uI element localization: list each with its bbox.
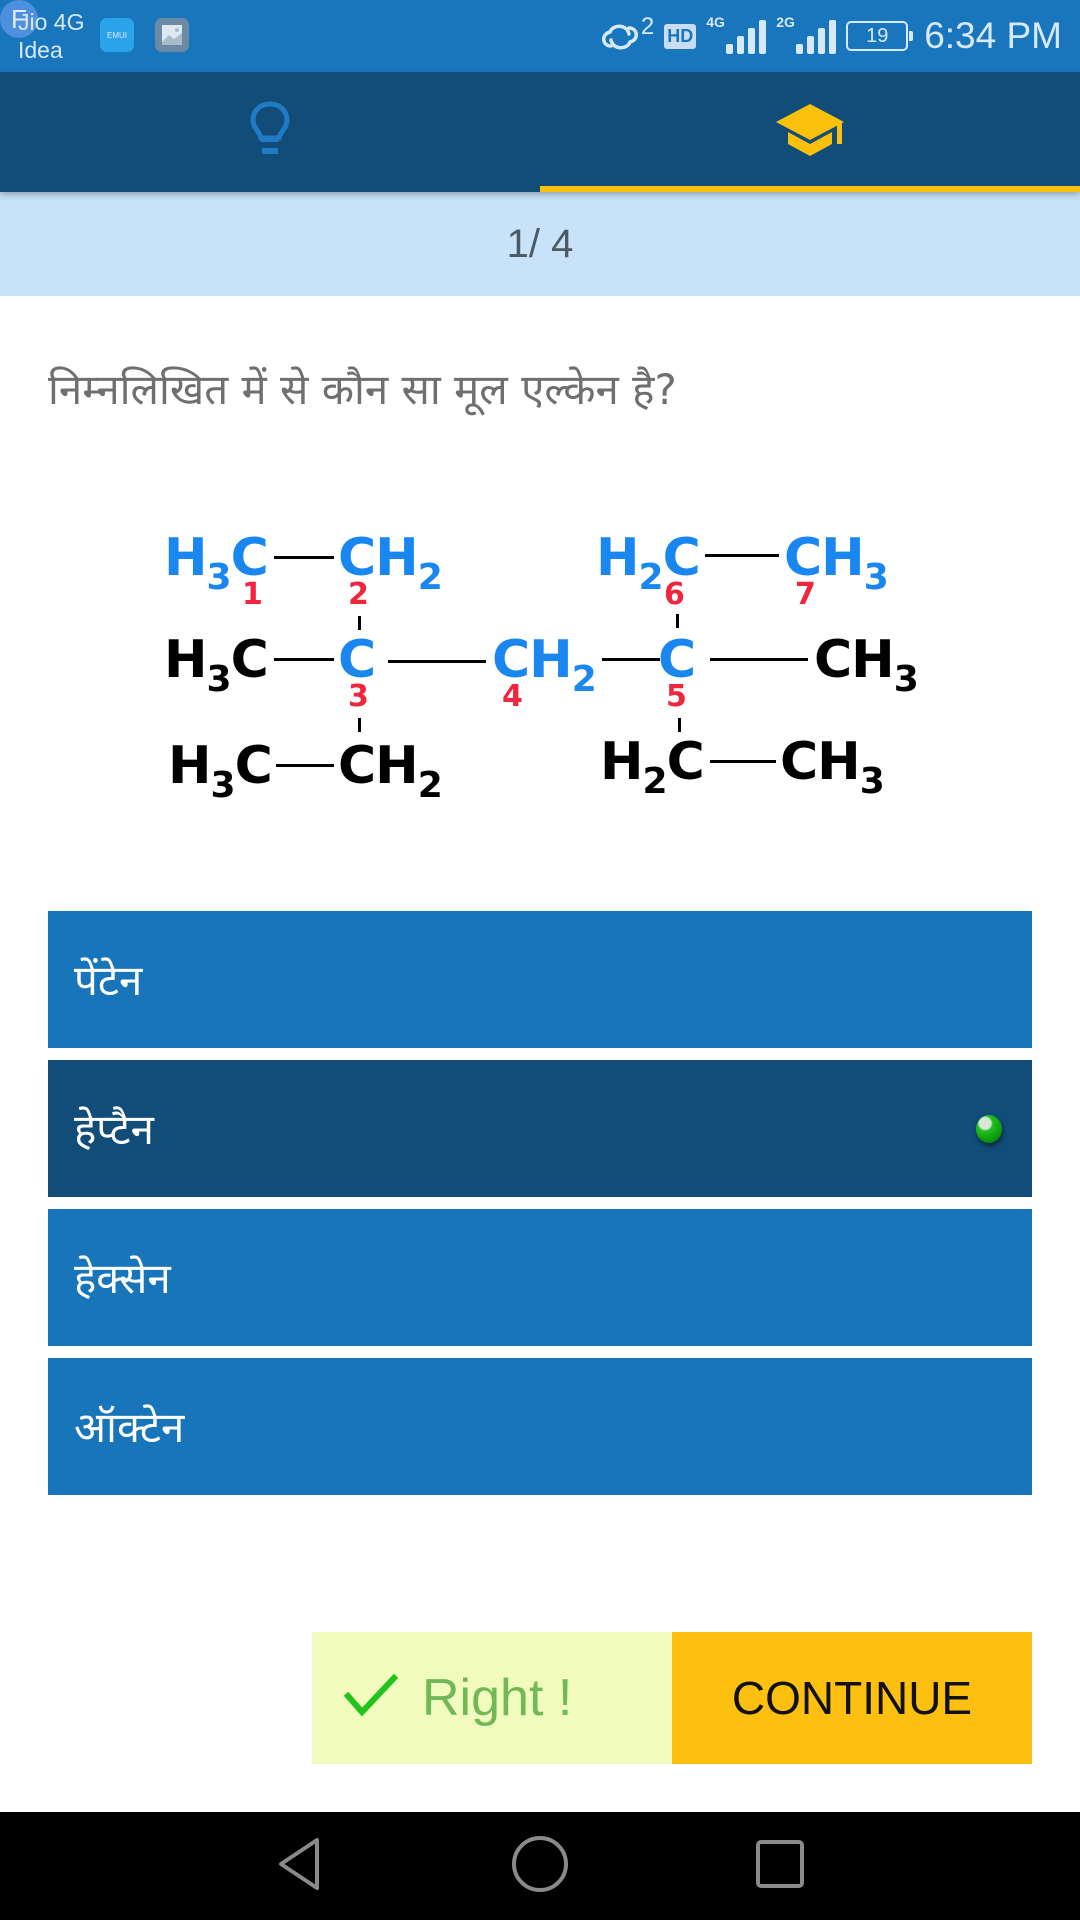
graduation-cap-icon [774, 102, 846, 162]
continue-label: CONTINUE [731, 1672, 973, 1724]
clock: 6:34 PM [924, 15, 1062, 56]
bond [710, 760, 776, 763]
status-bar: Jio 4G Idea EMUI F 2 HD 4G 2G 19 6:34 PM [0, 0, 1080, 72]
status-indicators: 2 HD 4G 2G 19 6:34 PM [597, 0, 1062, 72]
carrier-info: Jio 4G Idea [18, 8, 84, 64]
bond [676, 614, 679, 628]
atom-ch3-bottom-right: CH3 [780, 732, 885, 802]
emui-icon-label: EMUI [107, 30, 127, 40]
recents-icon [754, 1838, 806, 1894]
sim2-network-label: 2G [776, 14, 795, 30]
carbon-number-2: 2 [348, 577, 369, 612]
carrier-line-1: Jio 4G [18, 9, 85, 35]
sync-icon [597, 16, 643, 56]
answer-options: पेंटेन हेप्टैन हेक्सेन ऑक्टेन [48, 911, 1032, 1507]
atom-h2c-bottom-right: H2C [600, 732, 705, 802]
sim2-signal-icon: 2G [776, 14, 837, 54]
atom-h3c-bottom-left: H3C [168, 736, 273, 806]
carrier-line-2: Idea [18, 37, 63, 63]
option-heptane[interactable]: हेप्टैन [48, 1060, 1032, 1197]
option-label: हेक्सेन [74, 1254, 171, 1303]
bond [678, 718, 681, 732]
tab-hint[interactable] [0, 72, 540, 192]
option-label: ऑक्टेन [74, 1403, 185, 1452]
recents-button[interactable] [740, 1826, 820, 1906]
atom-h3c-mid-left: H3C [164, 630, 269, 700]
bond [710, 658, 808, 661]
carbon-number-5: 5 [666, 679, 687, 714]
result-text: Right ! [422, 1669, 573, 1727]
bond [358, 616, 361, 630]
bond [358, 718, 361, 732]
bond [388, 660, 486, 663]
option-hexane[interactable]: हेक्सेन [48, 1209, 1032, 1346]
sim1-network-label: 4G [706, 14, 725, 30]
sim1-signal-icon: 4G [706, 14, 767, 54]
progress-band: 1/ 4 [0, 192, 1080, 296]
back-button[interactable] [260, 1826, 340, 1906]
result-feedback: Right ! [312, 1632, 672, 1764]
home-button[interactable] [500, 1826, 580, 1906]
check-icon [343, 1673, 400, 1722]
question-counter: 1/ 4 [506, 221, 574, 266]
gallery-icon [155, 18, 189, 52]
option-pentane[interactable]: पेंटेन [48, 911, 1032, 1048]
hd-badge: HD [664, 23, 697, 49]
bond [276, 764, 334, 767]
carbon-number-1: 1 [242, 577, 263, 612]
bond [274, 556, 334, 559]
atom-ch2-bottom-left: CH2 [338, 736, 443, 806]
bond [705, 554, 779, 557]
bond [602, 658, 660, 661]
carbon-number-6: 6 [664, 577, 685, 612]
emui-icon: EMUI [100, 18, 134, 52]
battery-icon: 19 [846, 21, 914, 51]
lightbulb-icon [248, 100, 292, 164]
chemical-structure-diagram: H3C CH2 1 2 H2C CH3 6 7 H3C C CH2 C CH3 … [150, 510, 940, 810]
tab-bar [0, 72, 1080, 192]
carbon-number-4: 4 [502, 679, 523, 714]
atom-ch3-mid-right: CH3 [814, 630, 919, 700]
continue-button[interactable]: CONTINUE [672, 1632, 1032, 1764]
battery-level: 19 [866, 24, 889, 47]
navigation-bar [0, 1812, 1080, 1920]
bond [274, 658, 334, 661]
option-label: हेप्टैन [74, 1105, 154, 1154]
carbon-number-7: 7 [795, 577, 816, 612]
home-icon [510, 1834, 570, 1898]
carbon-number-3: 3 [348, 679, 369, 714]
back-icon [275, 1836, 325, 1896]
selected-indicator-icon [976, 1114, 1002, 1143]
sync-count: 2 [640, 13, 655, 40]
option-octane[interactable]: ऑक्टेन [48, 1358, 1032, 1495]
tab-learn[interactable] [540, 72, 1080, 192]
question-text: निम्नलिखित में से कौन सा मूल एल्केन है? [48, 365, 677, 414]
option-label: पेंटेन [74, 956, 143, 1005]
